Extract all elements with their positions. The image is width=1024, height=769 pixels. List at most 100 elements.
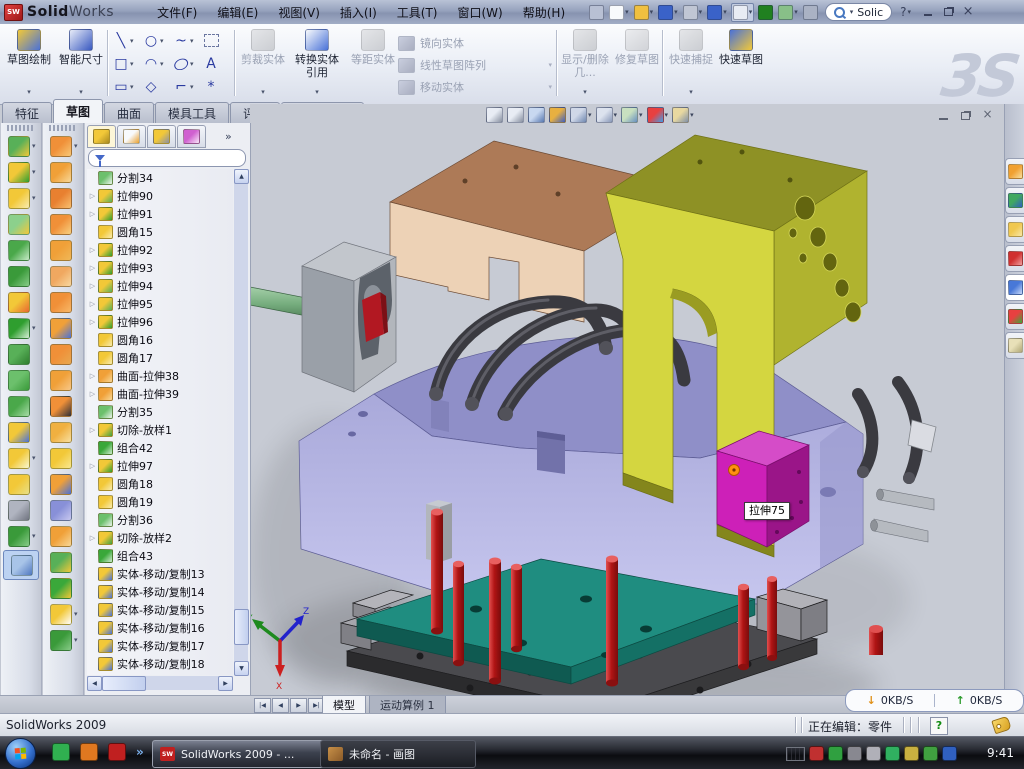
solidworks-resources-icon[interactable]: [1005, 158, 1024, 185]
tree-item[interactable]: ▷切除-放样1: [87, 421, 233, 439]
featuremanager-tree-tab[interactable]: [87, 125, 116, 148]
offset-surface-icon[interactable]: [43, 263, 83, 289]
scroll-down-button[interactable]: ▼: [234, 661, 249, 676]
file-explorer-icon[interactable]: [1005, 216, 1024, 243]
hide-show-items-icon[interactable]: ▾: [621, 107, 643, 123]
chevron-down-icon[interactable]: ▾: [699, 8, 703, 16]
menu-item[interactable]: 插入(I): [331, 2, 386, 23]
chevron-down-icon[interactable]: ▾: [674, 8, 678, 16]
document-restore-button[interactable]: [959, 110, 972, 121]
expand-arrow[interactable]: ▷: [87, 426, 98, 434]
trimmed-surface-icon[interactable]: [43, 185, 83, 211]
combine-bodies-icon[interactable]: [1, 471, 41, 497]
tree-item[interactable]: 实体-移动/复制18: [87, 655, 233, 673]
menu-item[interactable]: 窗口(W): [449, 2, 512, 23]
apply-scene-icon[interactable]: ▾: [672, 107, 694, 123]
chevron-down-icon[interactable]: ▾: [588, 111, 592, 119]
menu-item[interactable]: 工具(T): [388, 2, 447, 23]
chevron-down-icon[interactable]: ▾: [32, 532, 36, 540]
chevron-down-icon[interactable]: ▾: [74, 636, 78, 644]
scroll-right-button[interactable]: ▶: [218, 676, 233, 691]
chevron-down-icon[interactable]: ▾: [27, 86, 31, 99]
zoom-to-area-icon[interactable]: [507, 107, 524, 123]
search-input[interactable]: ▾ Solic: [825, 3, 892, 21]
tab-nav-button[interactable]: |◀: [254, 698, 271, 713]
chevron-down-icon[interactable]: ▾: [32, 194, 36, 202]
tree-item[interactable]: 实体-移动/复制13: [87, 565, 233, 583]
expand-arrow[interactable]: ▷: [87, 462, 98, 470]
tree-horizontal-scrollbar[interactable]: ◀ ▶: [87, 676, 233, 690]
chevron-down-icon[interactable]: ▾: [665, 111, 669, 119]
scroll-left-button[interactable]: ◀: [87, 676, 102, 691]
traffic-light-icon[interactable]: [757, 4, 774, 21]
tree-item[interactable]: 实体-移动/复制16: [87, 619, 233, 637]
draft-icon[interactable]: [1, 367, 41, 393]
core-icon[interactable]: [43, 575, 83, 601]
chevron-down-icon[interactable]: ▾: [614, 111, 618, 119]
tree-item[interactable]: 分割36: [87, 511, 233, 529]
tree-item[interactable]: 分割35: [87, 403, 233, 421]
start-button[interactable]: [5, 738, 36, 769]
mold-curve-icon[interactable]: ▾: [43, 627, 83, 653]
panel-tabs-more[interactable]: »: [225, 130, 232, 143]
tree-item[interactable]: 分割34: [87, 169, 233, 187]
tree-item[interactable]: ▷拉伸96: [87, 313, 233, 331]
chevron-down-icon[interactable]: ▾: [639, 111, 643, 119]
tab-model[interactable]: 模型: [322, 696, 366, 714]
options-partial-icon[interactable]: [802, 4, 819, 21]
expand-arrow[interactable]: ▷: [87, 390, 98, 398]
chevron-down-icon[interactable]: ▾: [850, 8, 854, 16]
expand-arrow[interactable]: ▷: [87, 246, 98, 254]
trim-entities-button[interactable]: 剪裁实体 ▾: [238, 27, 288, 99]
scrollbar-thumb[interactable]: [102, 676, 146, 691]
undo-icon[interactable]: ▾: [706, 4, 728, 21]
offset-entities-button[interactable]: 等距实体: [348, 27, 398, 99]
extend-surface-icon[interactable]: [43, 315, 83, 341]
tree-item[interactable]: 圆角15: [87, 223, 233, 241]
tab-nav-button[interactable]: ▶: [290, 698, 307, 713]
menu-item[interactable]: 文件(F): [148, 2, 206, 23]
chevron-down-icon[interactable]: ▾: [723, 8, 727, 16]
pin-icon[interactable]: [588, 4, 605, 21]
mid-surface-icon[interactable]: [43, 237, 83, 263]
tree-item[interactable]: 组合42: [87, 439, 233, 457]
tray-update-icon[interactable]: [847, 746, 862, 761]
filled-surface-icon[interactable]: [43, 211, 83, 237]
expand-arrow[interactable]: ▷: [87, 372, 98, 380]
select-arrow-icon[interactable]: ▾: [731, 3, 755, 22]
tree-item[interactable]: ▷曲面-拉伸39: [87, 385, 233, 403]
tree-vertical-scrollbar[interactable]: ▲ ▼: [234, 169, 248, 675]
parting-line-icon[interactable]: [43, 445, 83, 471]
ellipse-tool[interactable]: ○▾: [172, 52, 202, 75]
swept-boss-icon[interactable]: [1, 211, 41, 237]
task-list-icon[interactable]: ▾: [777, 4, 799, 21]
new-document-icon[interactable]: ▾: [608, 4, 630, 21]
chevron-down-icon[interactable]: ▾: [79, 86, 83, 99]
tag-icon[interactable]: [991, 716, 1011, 735]
tree-item[interactable]: ▷拉伸94: [87, 277, 233, 295]
tray-volume-icon[interactable]: [866, 746, 881, 761]
zoom-to-fit-icon[interactable]: [486, 107, 503, 123]
tree-item[interactable]: 实体-移动/复制14: [87, 583, 233, 601]
minimize-button[interactable]: [921, 6, 935, 18]
expand-arrow[interactable]: ▷: [87, 318, 98, 326]
appearances-icon[interactable]: [1005, 303, 1024, 330]
sketch-fillet-tool[interactable]: ⌐▾: [172, 75, 202, 98]
dimxpertmanager-tab[interactable]: [177, 125, 206, 148]
convert-entities-button[interactable]: 转换实体引用 ▾: [290, 27, 344, 99]
tree-item[interactable]: ▷拉伸95: [87, 295, 233, 313]
chevron-down-icon[interactable]: ▾: [160, 60, 164, 68]
chevron-down-icon[interactable]: ▾: [690, 111, 694, 119]
instant3d-icon[interactable]: [3, 550, 39, 580]
chevron-down-icon[interactable]: ▾: [130, 83, 134, 91]
move-entities-button[interactable]: 移动实体 ▾: [398, 76, 552, 98]
move-copy-body-icon[interactable]: [1, 419, 41, 445]
chevron-down-icon[interactable]: ▾: [32, 454, 36, 462]
shell-icon[interactable]: [1, 393, 41, 419]
print-icon[interactable]: ▾: [682, 4, 704, 21]
slider-block[interactable]: [250, 242, 396, 392]
chevron-down-icon[interactable]: ▾: [190, 83, 194, 91]
revolved-surface-icon[interactable]: [43, 159, 83, 185]
linear-sketch-pattern-button[interactable]: 线性草图阵列 ▾: [398, 54, 552, 76]
rapid-sketch-button[interactable]: 快速草图: [716, 27, 766, 99]
